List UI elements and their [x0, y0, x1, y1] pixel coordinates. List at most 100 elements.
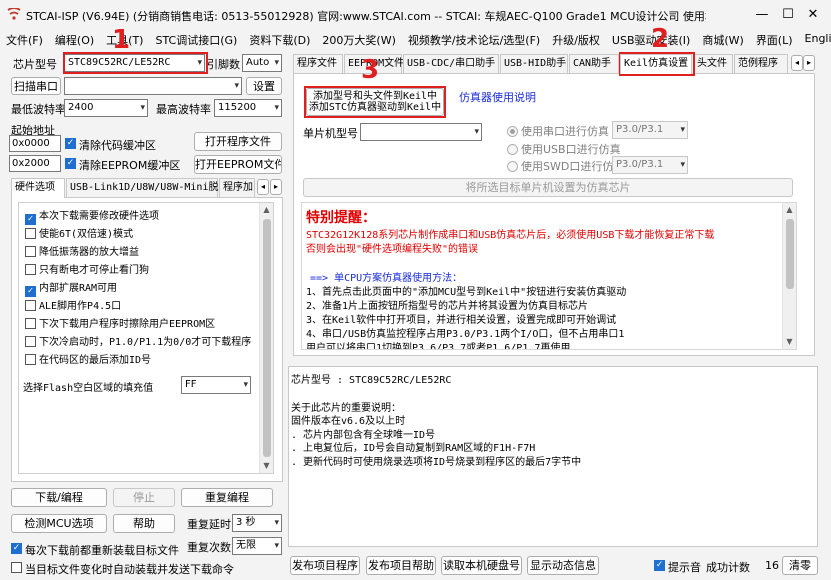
radio-button[interactable]: [507, 126, 518, 137]
open-eeprom-file-button[interactable]: 打开EEPROM文件: [194, 155, 282, 174]
option-checkbox[interactable]: [25, 336, 36, 347]
option-checkbox[interactable]: [25, 246, 36, 257]
swd-port-select[interactable]: P3.0/P3.1 ▾: [612, 156, 688, 174]
tab-scroll-left-button[interactable]: ◂: [257, 179, 269, 195]
emulator-help-link[interactable]: 仿真器使用说明: [459, 89, 536, 105]
repeat-delay-select[interactable]: 3 秒 ▾: [232, 514, 282, 532]
tab-program-encrypt[interactable]: 程序加: [219, 178, 255, 198]
option-checkbox[interactable]: ✓: [25, 214, 36, 225]
option-modify-hardware[interactable]: ✓ 本次下载需要修改硬件选项: [25, 207, 159, 225]
option-checkbox[interactable]: [25, 228, 36, 239]
notice-scrollbar[interactable]: ▲ ▼: [782, 203, 796, 349]
clear-eeprom-buffer-checkbox[interactable]: ✓: [65, 158, 76, 169]
tab-usb-hid[interactable]: USB-HID助手: [500, 54, 568, 74]
detect-mcu-button[interactable]: 检测MCU选项: [11, 514, 107, 533]
mcu-model-select[interactable]: ▾: [360, 123, 482, 141]
scroll-thumb[interactable]: [786, 219, 794, 289]
chevron-down-icon: ▾: [234, 81, 239, 91]
tab-keil-emulation[interactable]: Keil仿真设置: [620, 54, 692, 74]
menu-video-forum[interactable]: 视频教学/技术论坛/选型(F): [402, 29, 546, 49]
auto-load-checkbox[interactable]: [11, 562, 22, 573]
menu-program[interactable]: 编程(O): [49, 29, 100, 49]
pin-count-select[interactable]: Auto ▾: [242, 54, 282, 72]
option-checkbox[interactable]: [25, 300, 36, 311]
beep-checkbox[interactable]: ✓: [654, 560, 665, 571]
tab-examples[interactable]: 范例程序: [734, 54, 788, 74]
serial-port-select[interactable]: P3.0/P3.1 ▾: [612, 121, 688, 139]
menu-mall[interactable]: 商城(W): [696, 29, 749, 49]
menu-file[interactable]: 文件(F): [0, 29, 49, 49]
radio-serial-emulation[interactable]: 使用串口进行仿真: [507, 123, 609, 139]
repeat-count-select[interactable]: 无限 ▾: [232, 537, 282, 555]
code-start-address-input[interactable]: 0x0000: [9, 135, 61, 152]
reload-before-download-checkbox[interactable]: ✓: [11, 543, 22, 554]
tab-hardware-options[interactable]: 硬件选项: [11, 178, 65, 198]
annotation-number-3: 3: [361, 55, 380, 85]
min-baud-select[interactable]: 2400 ▾: [64, 99, 148, 117]
tab-header-file[interactable]: 头文件: [693, 54, 733, 74]
scroll-thumb[interactable]: [263, 219, 271, 457]
port-select[interactable]: ▾: [64, 77, 242, 95]
right-tab-scroll-left-button[interactable]: ◂: [791, 55, 803, 71]
chip-info-output: 芯片型号 : STC89C52RC/LE52RC 关于此芯片的重要说明： 固件版…: [288, 366, 818, 547]
download-button[interactable]: 下载/编程: [11, 488, 107, 507]
option-6t-mode[interactable]: 使能6T(双倍速)模式: [25, 225, 133, 240]
option-internal-xram[interactable]: ✓ 内部扩展RAM可用: [25, 279, 117, 297]
publish-help-button[interactable]: 发布项目帮助: [366, 556, 436, 575]
menu-english[interactable]: English: [799, 29, 831, 49]
clear-count-button[interactable]: 清零: [782, 556, 818, 575]
max-baud-select[interactable]: 115200 ▾: [214, 99, 282, 117]
tab-usb-cdc[interactable]: USB-CDC/串口助手: [403, 54, 499, 74]
scroll-up-icon[interactable]: ▲: [260, 203, 273, 217]
options-list: ✓ 本次下载需要修改硬件选项 使能6T(双倍速)模式 降低振荡器的放大增益 只有断…: [18, 202, 274, 474]
scroll-down-icon[interactable]: ▼: [260, 459, 273, 473]
tab-can[interactable]: CAN助手: [569, 54, 619, 74]
keil-notice-text: 特别提醒： STC32G12K128系列芯片制作成串口和USB仿真芯片后，必须使…: [301, 202, 797, 350]
right-tab-scroll-right-button[interactable]: ▸: [803, 55, 815, 71]
step-line: 4、串口/USB仿真监控程序占用P3.0/P3.1两个I/O口，但不占用串口1: [306, 329, 625, 340]
scroll-down-icon[interactable]: ▼: [783, 335, 796, 349]
read-disk-id-button[interactable]: 读取本机硬盘号: [441, 556, 522, 575]
option-checkbox[interactable]: [25, 354, 36, 365]
tab-program-file[interactable]: 程序文件: [293, 54, 343, 74]
radio-usb-emulation[interactable]: 使用USB口进行仿真: [507, 141, 621, 157]
tab-scroll-right-button[interactable]: ▸: [270, 179, 282, 195]
option-label: ALE脚用作P4.5口: [39, 301, 122, 312]
menu-prize[interactable]: 200万大奖(W): [316, 29, 401, 49]
option-label: 下次冷启动时，P1.0/P1.1为0/0才可下载程序: [39, 337, 252, 348]
option-checkbox[interactable]: [25, 318, 36, 329]
radio-button[interactable]: [507, 161, 518, 172]
radio-swd-emulation[interactable]: 使用SWD口进行仿真: [507, 158, 624, 174]
fill-value-select[interactable]: FF ▾: [181, 376, 251, 394]
radio-serial-label: 使用串口进行仿真: [521, 125, 609, 138]
tab-usb-link[interactable]: USB-Link1D/U8W/U8W-Mini脱机: [66, 178, 228, 198]
option-lower-gain[interactable]: 降低振荡器的放大增益: [25, 243, 139, 258]
option-watchdog[interactable]: 只有断电才可停止看门狗: [25, 261, 149, 276]
publish-project-button[interactable]: 发布项目程序: [290, 556, 360, 575]
scroll-up-icon[interactable]: ▲: [783, 203, 796, 217]
option-checkbox[interactable]: [25, 264, 36, 275]
option-cold-start[interactable]: 下次冷启动时，P1.0/P1.1为0/0才可下载程序: [25, 333, 251, 348]
menu-upgrade[interactable]: 升级/版权: [546, 29, 606, 49]
show-dynamic-info-button[interactable]: 显示动态信息: [527, 556, 599, 575]
menu-debug-interface[interactable]: STC调试接口(G): [149, 29, 243, 49]
min-baud-label: 最低波特率: [11, 103, 66, 116]
clear-code-buffer-checkbox[interactable]: ✓: [65, 138, 76, 149]
option-add-id[interactable]: 在代码区的最后添加ID号: [25, 351, 151, 366]
help-button[interactable]: 帮助: [113, 514, 175, 533]
radio-button[interactable]: [507, 144, 518, 155]
close-button[interactable]: ✕: [790, 0, 831, 29]
option-ale-pin[interactable]: ALE脚用作P4.5口: [25, 297, 121, 312]
menu-interface[interactable]: 界面(L): [750, 29, 799, 49]
eeprom-start-address-input[interactable]: 0x2000: [9, 155, 61, 172]
open-program-file-button[interactable]: 打开程序文件: [194, 132, 282, 151]
scan-port-button[interactable]: 扫描串口: [11, 77, 61, 95]
repeat-program-button[interactable]: 重复编程: [181, 488, 273, 507]
option-checkbox[interactable]: ✓: [25, 286, 36, 297]
set-target-emulator-button[interactable]: 将所选目标单片机设置为仿真芯片: [303, 178, 793, 197]
stop-button[interactable]: 停止: [113, 488, 175, 507]
options-scrollbar[interactable]: ▲ ▼: [259, 203, 273, 473]
port-settings-button[interactable]: 设置: [246, 77, 282, 95]
menu-downloads[interactable]: 资料下载(D): [243, 29, 316, 49]
option-erase-eeprom[interactable]: 下次下载用户程序时擦除用户EEPROM区: [25, 315, 215, 330]
